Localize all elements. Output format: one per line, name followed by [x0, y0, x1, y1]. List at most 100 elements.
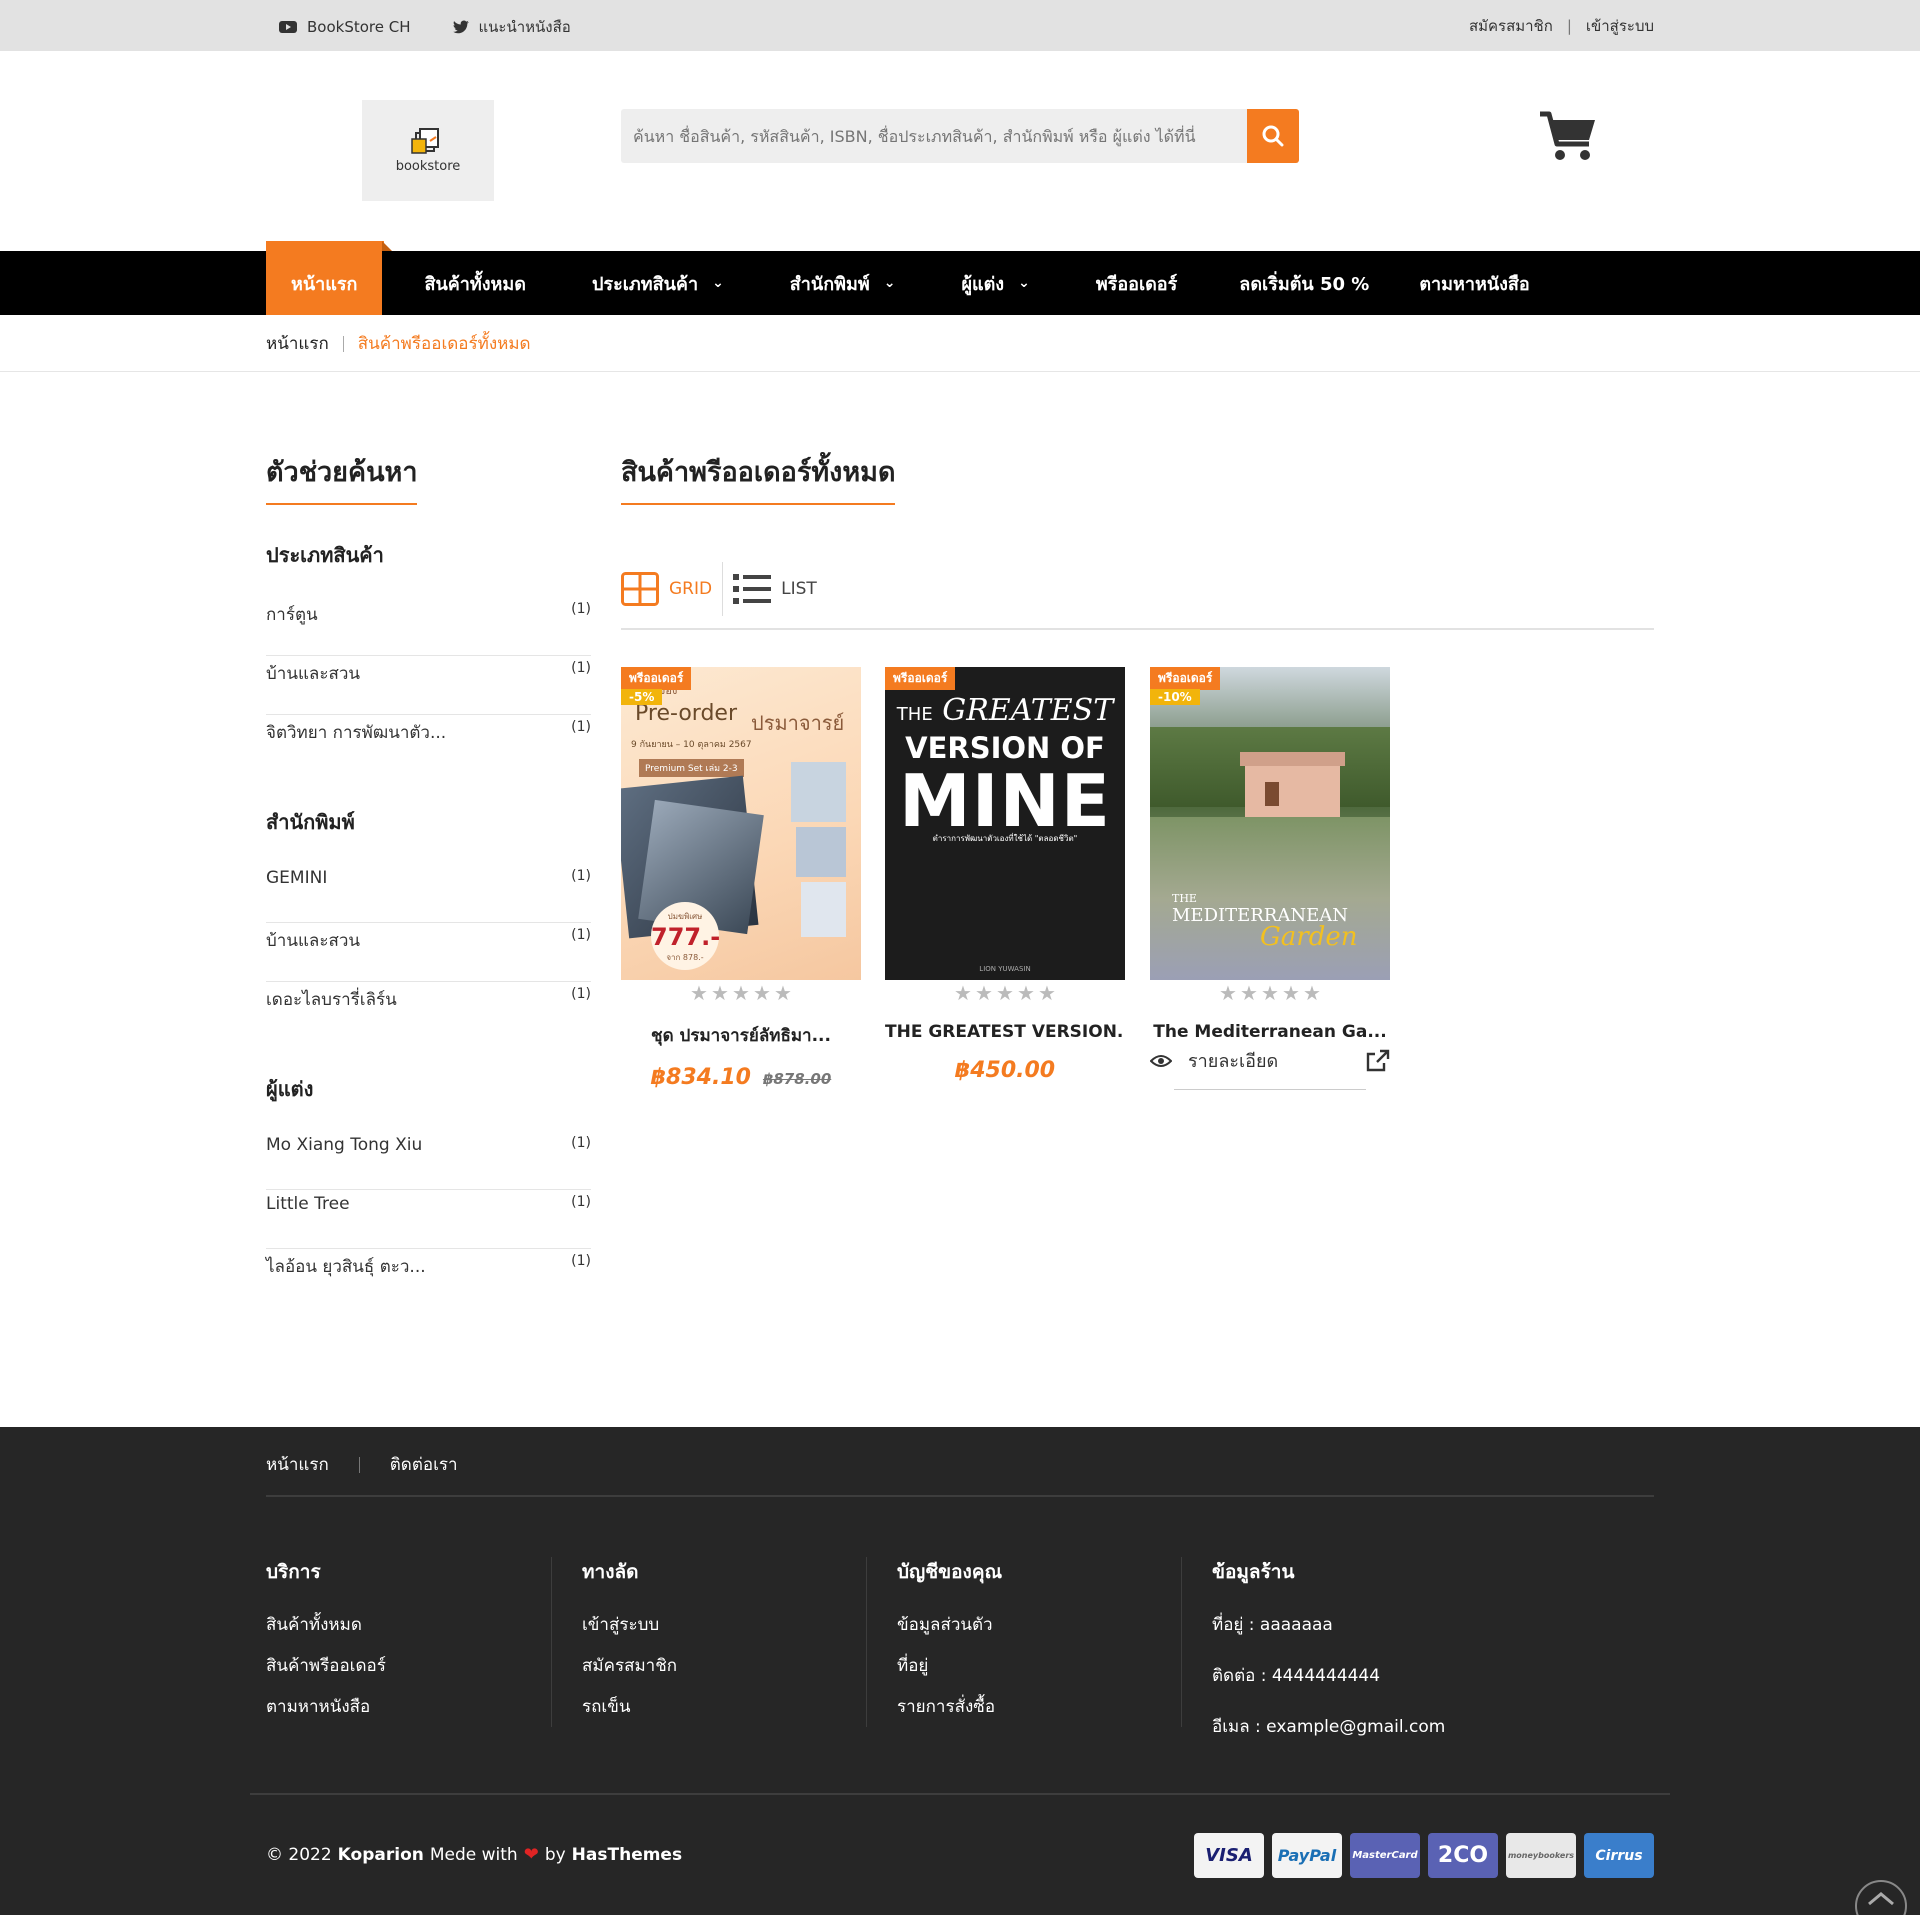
- copyright-year: © 2022: [266, 1844, 332, 1865]
- youtube-label: BookStore CH: [307, 18, 411, 36]
- footer-link[interactable]: สินค้าพรีออเดอร์: [266, 1652, 581, 1679]
- footer-link[interactable]: สมัครสมาชิก: [582, 1652, 866, 1679]
- footer-column-title: ทางลัด: [582, 1561, 639, 1583]
- nav-publishers[interactable]: สำนักพิมพ์ ⌄: [724, 251, 896, 315]
- nav-preorder[interactable]: พรีออเดอร์: [1030, 251, 1177, 315]
- site-logo[interactable]: bookstore: [362, 100, 494, 201]
- chevron-down-icon: ⌄: [712, 275, 724, 291]
- star-icon: ★: [1303, 981, 1321, 1005]
- copyright-brand[interactable]: Koparion: [338, 1845, 424, 1865]
- filter-item[interactable]: Little Tree (1): [266, 1190, 591, 1249]
- filter-item[interactable]: บ้านและสวน (1): [266, 656, 591, 715]
- footer-link[interactable]: เข้าสู่ระบบ: [582, 1611, 866, 1638]
- moneybookers-icon: moneybookers: [1506, 1833, 1576, 1878]
- chevron-down-icon: ⌄: [883, 275, 896, 291]
- filter-item[interactable]: เดอะไลบรารี่เลิร์น (1): [266, 982, 591, 1041]
- product-card[interactable]: เปิดจอง Pre-order 9 กันยายน – 10 ตุลาคม …: [621, 667, 861, 1090]
- product-cover[interactable]: เปิดจอง Pre-order 9 กันยายน – 10 ตุลาคม …: [621, 667, 861, 980]
- login-link[interactable]: เข้าสู่ระบบ: [1586, 14, 1654, 38]
- footer-link[interactable]: ที่อยู่: [897, 1652, 1181, 1679]
- nav-sale[interactable]: ลดเริ่มต้น 50 %: [1177, 251, 1369, 315]
- search-button[interactable]: [1247, 109, 1299, 163]
- external-link-icon[interactable]: [1366, 1049, 1390, 1073]
- footer-link[interactable]: รถเข็น: [582, 1693, 866, 1720]
- visa-icon: VISA: [1194, 1833, 1264, 1878]
- twitter-icon: [452, 20, 469, 34]
- product-title[interactable]: THE GREATEST VERSION...: [885, 1022, 1125, 1042]
- filter-item[interactable]: จิตวิทยา การพัฒนาตัว... (1): [266, 715, 591, 774]
- filter-item[interactable]: GEMINI (1): [266, 864, 591, 923]
- footer-link[interactable]: ข้อมูลส่วนตัว: [897, 1611, 1181, 1638]
- cover-text: ปมฆพิเศษ: [667, 912, 703, 921]
- search-input[interactable]: [621, 109, 1247, 163]
- product-actions-divider: [1174, 1089, 1366, 1090]
- product-detail-label: รายละเอียด: [1188, 1051, 1279, 1072]
- product-title[interactable]: ชุด ปรมาจารย์ลัทธิมา...: [621, 1022, 861, 1049]
- filter-item[interactable]: Mo Xiang Tong Xiu (1): [266, 1131, 591, 1190]
- grid-icon: [621, 572, 659, 606]
- product-price-row: ฿450.00: [885, 1058, 1125, 1083]
- product-card[interactable]: THE GREATEST VERSION OF MINE ตำราการพัฒน…: [885, 667, 1125, 1083]
- cirrus-icon: Cirrus: [1584, 1833, 1654, 1878]
- footer-divider: [266, 1495, 1654, 1497]
- product-cover[interactable]: THE GREATEST VERSION OF MINE ตำราการพัฒน…: [885, 667, 1125, 980]
- breadcrumb-divider-line: [0, 371, 1920, 372]
- youtube-link[interactable]: BookStore CH: [279, 15, 411, 39]
- top-bar: BookStore CH แนะนำหนังสือ สมัครสมาชิก | …: [0, 0, 1920, 51]
- product-title[interactable]: The Mediterranean Ga...: [1150, 1022, 1390, 1042]
- footer-column-account: บัญชีของคุณ ข้อมูลส่วนตัว ที่อยู่ รายการ…: [866, 1557, 1181, 1727]
- store-phone: ติดต่อ : 4444444444: [1212, 1666, 1381, 1686]
- footer-link[interactable]: สินค้าทั้งหมด: [266, 1611, 581, 1638]
- scroll-to-top-button[interactable]: [1855, 1880, 1907, 1915]
- store-address: ที่อยู่ : aaaaaaa: [1212, 1615, 1333, 1635]
- logo-text: bookstore: [395, 159, 461, 174]
- breadcrumb-home[interactable]: หน้าแรก: [266, 330, 329, 357]
- star-icon: ★: [954, 981, 972, 1005]
- filter-item[interactable]: ไลอ้อน ยุวสินธุ์ ตะว... (1): [266, 1249, 591, 1308]
- footer-link[interactable]: รายการสั่งซื้อ: [897, 1693, 1181, 1720]
- cover-text: GREATEST: [942, 693, 1114, 728]
- filter-label: บ้านและสวน: [266, 664, 361, 684]
- copyright-made-with: Mede with: [429, 1844, 518, 1865]
- nav-find-book[interactable]: ตามหาหนังสือ: [1369, 251, 1529, 315]
- register-link[interactable]: สมัครสมาชิก: [1469, 14, 1553, 38]
- payment-methods: VISA PayPal MasterCard 2CO moneybookers …: [1194, 1833, 1654, 1878]
- footer-links: หน้าแรก ติดต่อเรา: [266, 1451, 458, 1478]
- view-switcher: GRID LIST: [621, 562, 1654, 630]
- nav-categories[interactable]: ประเภทสินค้า ⌄: [526, 251, 724, 315]
- nav-home[interactable]: หน้าแรก: [266, 241, 393, 315]
- product-detail-link[interactable]: รายละเอียด: [1150, 1046, 1278, 1075]
- product-old-price: ฿878.00: [762, 1070, 832, 1088]
- product-card[interactable]: THE MEDITERRANEAN Garden พรีออเดอร์ -10%…: [1150, 667, 1390, 1090]
- footer-column-shortcut: ทางลัด เข้าสู่ระบบ สมัครสมาชิก รถเข็น: [551, 1557, 866, 1727]
- filter-count: (1): [571, 1135, 591, 1151]
- discount-badge: -5%: [621, 689, 663, 705]
- copyright-author[interactable]: HasThemes: [572, 1845, 682, 1865]
- footer-link-home[interactable]: หน้าแรก: [266, 1451, 329, 1478]
- star-icon: ★: [1261, 981, 1279, 1005]
- footer-link[interactable]: ตามหาหนังสือ: [266, 1693, 581, 1720]
- cart-button[interactable]: [1538, 110, 1598, 168]
- grid-view-button[interactable]: GRID: [621, 562, 722, 616]
- product-area: สินค้าพรีออเดอร์ทั้งหมด GRID LIST เปิดจอ…: [621, 450, 1654, 1090]
- nav-authors[interactable]: ผู้แต่ง ⌄: [895, 251, 1029, 315]
- star-icon: ★: [1240, 981, 1258, 1005]
- eye-icon: [1150, 1054, 1172, 1067]
- filter-count: (1): [571, 1253, 591, 1269]
- twitter-link[interactable]: แนะนำหนังสือ: [452, 15, 571, 39]
- footer-link-contact[interactable]: ติดต่อเรา: [390, 1451, 458, 1478]
- footer-column-title: ข้อมูลร้าน: [1212, 1561, 1295, 1583]
- filter-item[interactable]: การ์ตูน (1): [266, 597, 591, 656]
- nav-all-products[interactable]: สินค้าทั้งหมด: [382, 251, 526, 315]
- cover-text: ตำราการพัฒนาตัวเองที่ใช้ได้ "ตลอดชีวิต": [932, 834, 1078, 843]
- filter-label: การ์ตูน: [266, 605, 318, 625]
- star-icon: ★: [1219, 981, 1237, 1005]
- list-view-button[interactable]: LIST: [722, 562, 827, 616]
- filter-group-title: ผู้แต่ง: [266, 1077, 314, 1101]
- bookstore-logo-icon: [411, 128, 439, 154]
- filter-item[interactable]: บ้านและสวน (1): [266, 923, 591, 982]
- grid-view-label: GRID: [669, 579, 713, 599]
- rating-stars: ★ ★ ★ ★ ★: [885, 981, 1125, 1005]
- product-cover[interactable]: THE MEDITERRANEAN Garden พรีออเดอร์ -10%: [1150, 667, 1390, 980]
- nav-home-label: หน้าแรก: [291, 273, 358, 295]
